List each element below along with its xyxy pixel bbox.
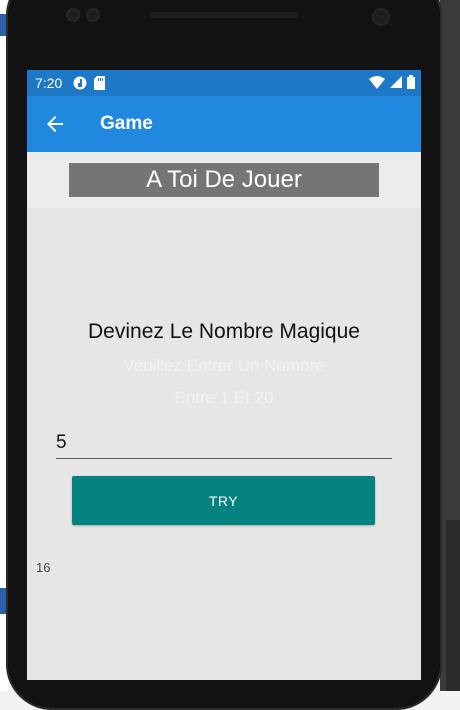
front-camera	[372, 8, 390, 26]
ide-panel-strip	[446, 520, 460, 691]
prompt-text: Devinez Le Nombre Magique	[88, 320, 360, 343]
notification-icon	[73, 76, 87, 90]
speaker-grille	[149, 12, 299, 18]
app-bar-title: Game	[100, 113, 153, 134]
try-button[interactable]: TRY	[72, 476, 375, 525]
cell-signal-icon	[390, 76, 402, 88]
status-time: 7:20	[35, 75, 63, 91]
guess-input[interactable]	[56, 428, 392, 454]
sd-card-icon	[94, 76, 105, 90]
result-text: 16	[36, 560, 51, 575]
arrow-back-icon[interactable]	[43, 112, 67, 136]
turn-banner: A Toi De Jouer	[69, 163, 379, 197]
battery-icon	[407, 75, 415, 89]
wifi-icon	[369, 75, 385, 89]
device-screen: 7:20 Game A Toi De Jouer Devinez Le Nomb…	[27, 70, 421, 680]
ide-background-right	[440, 0, 460, 691]
status-bar: 7:20	[27, 70, 421, 96]
hint-text-line1: Veuillez Entrer Un Nombre	[123, 356, 325, 375]
guess-field	[56, 428, 392, 459]
sensor-dot	[66, 8, 80, 22]
banner-area: A Toi De Jouer	[27, 152, 421, 208]
app-bar: Game	[27, 96, 421, 152]
sensor-dot	[86, 8, 100, 22]
hint-text-line2: Entre 1 Et 20	[174, 388, 274, 407]
